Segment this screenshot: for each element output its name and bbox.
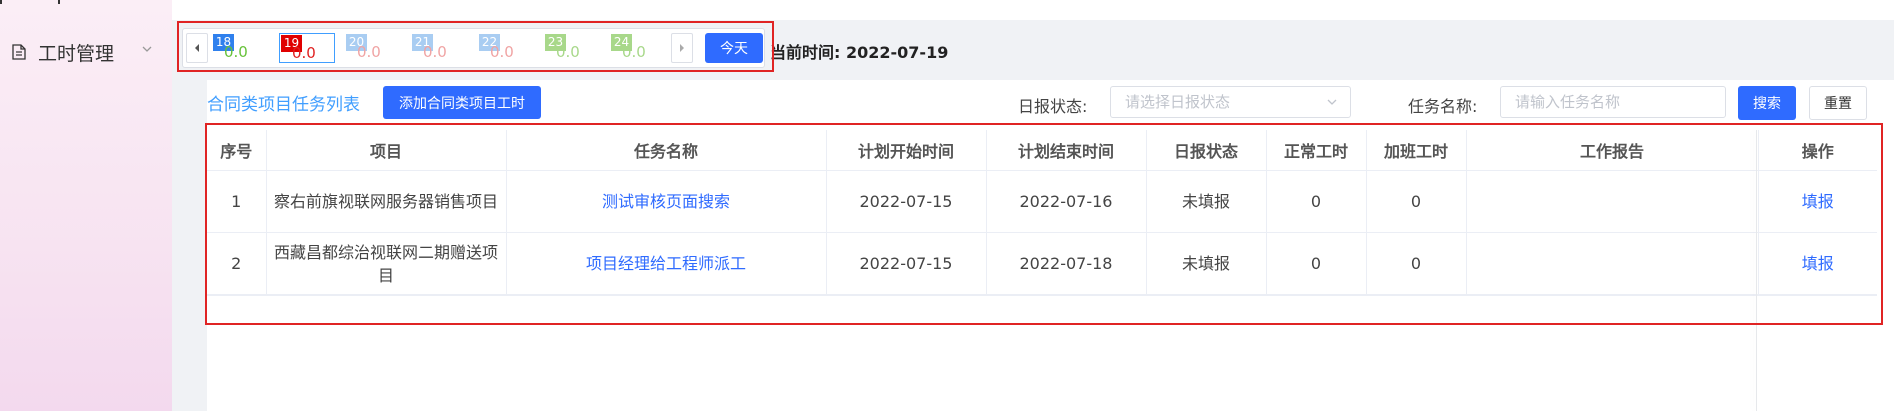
header-task-name: 任务名称 [506, 130, 827, 171]
cell-plan-end: 2022-07-16 [986, 170, 1147, 233]
cell-action: 填报 [1758, 170, 1877, 233]
today-button[interactable]: 今天 [705, 33, 763, 63]
day-chip[interactable]: 19 0.0 [279, 33, 335, 63]
prev-week-button[interactable] [186, 33, 208, 63]
status-select[interactable]: 请选择日报状态 [1110, 86, 1351, 118]
header-index: 序号 [207, 130, 267, 171]
cell-plan-start: 2022-07-15 [826, 232, 987, 295]
cell-normal-hours: 0 [1266, 232, 1367, 295]
day-hours-value: 0.0 [556, 43, 580, 61]
document-icon [12, 44, 26, 60]
header-report-status: 日报状态 [1146, 130, 1267, 171]
search-button[interactable]: 搜索 [1738, 86, 1796, 120]
cell-overtime-hours: 0 [1366, 232, 1467, 295]
header-plan-end: 计划结束时间 [986, 130, 1147, 171]
cell-work-report [1466, 232, 1759, 295]
sidebar-item-label: 工时管理 [38, 42, 115, 65]
task-table: 序号 项目 任务名称 计划开始时间 计划结束时间 日报状态 正常工时 加班工时 … [207, 130, 1877, 295]
status-filter-label: 日报状态: [1018, 97, 1088, 116]
day-hours-value: 0.0 [423, 43, 447, 61]
list-title: 合同类项目任务列表 [207, 95, 360, 115]
cell-work-report [1466, 170, 1759, 233]
cell-project: 西藏昌都综治视联网二期赠送项目 [266, 232, 507, 295]
cell-normal-hours: 0 [1266, 170, 1367, 233]
cell-index: 2 [207, 232, 267, 295]
header-work-report: 工作报告 [1466, 130, 1759, 171]
current-time: 当前时间: 2022-07-19 [770, 39, 948, 63]
cell-status: 未填报 [1146, 170, 1267, 233]
current-time-value: 2022-07-19 [845, 43, 949, 62]
table-row: 1 察右前旗视联网服务器销售项目 测试审核页面搜索 2022-07-15 202… [207, 170, 1877, 233]
task-name-label: 任务名称: [1408, 97, 1478, 116]
status-select-placeholder: 请选择日报状态 [1125, 93, 1231, 111]
cell-status: 未填报 [1146, 232, 1267, 295]
day-chip[interactable]: 23 0.0 [544, 33, 600, 63]
task-name-input[interactable]: 请输入任务名称 [1500, 86, 1726, 118]
fixed-column-divider [1756, 130, 1757, 411]
task-name-placeholder: 请输入任务名称 [1515, 93, 1621, 111]
chevron-down-icon[interactable] [140, 42, 154, 56]
task-link[interactable]: 测试审核页面搜索 [602, 192, 730, 211]
day-hours-value: 0.0 [224, 43, 248, 61]
top-band [172, 0, 1894, 20]
day-chip[interactable]: 22 0.0 [478, 33, 534, 63]
day-hours-value: 0.0 [292, 44, 316, 62]
day-hours-value: 0.0 [622, 43, 646, 61]
cell-project: 察右前旗视联网服务器销售项目 [266, 170, 507, 233]
fill-report-link[interactable]: 填报 [1802, 254, 1834, 273]
header-overtime-hours: 加班工时 [1366, 130, 1467, 171]
cell-task: 项目经理给工程师派工 [506, 232, 827, 295]
fill-report-link[interactable]: 填报 [1802, 192, 1834, 211]
cell-plan-end: 2022-07-18 [986, 232, 1147, 295]
header-project: 项目 [266, 130, 507, 171]
day-hours-value: 0.0 [357, 43, 381, 61]
sidebar: 工时管理 [0, 0, 173, 411]
truncated-logo [0, 0, 60, 4]
add-contract-hours-button[interactable]: 添加合同类项目工时 [383, 86, 541, 119]
day-chip[interactable]: 18 0.0 [212, 33, 268, 63]
table-empty-area [207, 295, 1877, 412]
caret-right-icon [680, 44, 684, 52]
sidebar-item-timesheet[interactable]: 工时管理 [12, 38, 162, 66]
day-hours-value: 0.0 [490, 43, 514, 61]
cell-overtime-hours: 0 [1366, 170, 1467, 233]
day-chip[interactable]: 24 0.0 [610, 33, 666, 63]
table-header-row: 序号 项目 任务名称 计划开始时间 计划结束时间 日报状态 正常工时 加班工时 … [207, 130, 1877, 171]
current-time-label: 当前时间: [770, 43, 841, 62]
chevron-down-icon [1327, 99, 1337, 105]
cell-plan-start: 2022-07-15 [826, 170, 987, 233]
header-plan-start: 计划开始时间 [826, 130, 987, 171]
day-chip[interactable]: 20 0.0 [345, 33, 401, 63]
header-action: 操作 [1758, 130, 1877, 171]
next-week-button[interactable] [671, 33, 693, 63]
caret-left-icon [195, 44, 199, 52]
cell-action: 填报 [1758, 232, 1877, 295]
header-normal-hours: 正常工时 [1266, 130, 1367, 171]
day-chip[interactable]: 21 0.0 [411, 33, 467, 63]
cell-index: 1 [207, 170, 267, 233]
reset-button[interactable]: 重置 [1809, 86, 1867, 120]
table-row: 2 西藏昌都综治视联网二期赠送项目 项目经理给工程师派工 2022-07-15 … [207, 232, 1877, 295]
task-link[interactable]: 项目经理给工程师派工 [586, 254, 746, 273]
cell-task: 测试审核页面搜索 [506, 170, 827, 233]
